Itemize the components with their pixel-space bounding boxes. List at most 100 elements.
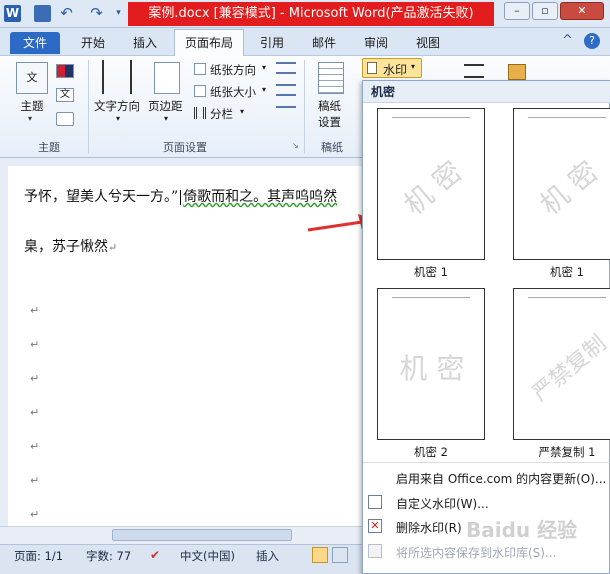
undo-icon[interactable]: ↶	[58, 5, 75, 22]
status-language[interactable]: 中文(中国)	[180, 548, 235, 564]
size-button[interactable]: 纸张大小	[210, 84, 256, 100]
text-direction-button[interactable]: 文字方向	[94, 98, 140, 114]
margins-dropdown-icon[interactable]: ▾	[164, 114, 168, 123]
close-button[interactable]: ✕	[560, 2, 604, 20]
paper-size-icon	[194, 85, 206, 97]
page-setup-group-label: 页面设置	[163, 141, 207, 154]
window-title: 案例.docx [兼容模式] - Microsoft Word(产品激活失败)	[128, 2, 494, 26]
thumb-header-line	[392, 297, 470, 298]
text-direction-dropdown-icon[interactable]: ▾	[116, 114, 120, 123]
themes-dropdown-icon[interactable]: ▾	[28, 114, 32, 123]
watermark-thumbnail-label: 严禁复制 1	[538, 445, 596, 459]
save-icon[interactable]	[34, 5, 51, 22]
menu-custom-watermark[interactable]: 自定义水印(W)...	[396, 495, 489, 512]
ribbon-minimize-icon[interactable]: ^	[562, 33, 578, 49]
themes-icon: 文	[16, 62, 48, 94]
tab-home[interactable]: 开始	[72, 32, 114, 54]
word-app-icon[interactable]: W	[4, 5, 21, 22]
thumb-header-line	[528, 297, 606, 298]
breaks-icon[interactable]	[276, 62, 296, 74]
arrange-icon[interactable]	[508, 64, 526, 80]
watermark-thumbnail-label: 机密 1	[550, 265, 584, 279]
columns-icon	[194, 107, 206, 119]
custom-watermark-icon	[368, 495, 382, 509]
columns-dropdown-icon[interactable]: ▾	[240, 107, 244, 116]
watermark-thumbnail[interactable]: 机 密	[377, 108, 485, 260]
tab-mailings[interactable]: 邮件	[304, 32, 344, 54]
paragraph-mark: ↵	[30, 406, 40, 419]
doc-line-2[interactable]: 臬，苏子愀然↵	[24, 236, 117, 256]
watermark-preview-text: 机 密	[399, 352, 465, 385]
paragraph-mark: ↵	[30, 440, 40, 453]
tab-references[interactable]: 引用	[252, 32, 292, 54]
group-separator	[304, 60, 305, 154]
orientation-button[interactable]: 纸张方向	[210, 62, 256, 78]
menu-save-to-gallery: 将所选内容保存到水印库(S)...	[396, 546, 557, 560]
manuscript-group-label: 稿纸	[321, 141, 343, 154]
watermark-preview-text: 严禁复制	[527, 331, 610, 407]
theme-fonts-icon[interactable]: 文	[56, 88, 74, 102]
doc-line-1[interactable]: 予怀，望美人兮天一方。” 倚歌而和之。其声呜呜然	[24, 186, 337, 206]
watermark-button[interactable]: 水印 ▾	[362, 58, 422, 78]
minimize-button[interactable]: –	[504, 2, 530, 20]
gallery-section-header: 机密	[363, 81, 610, 103]
manuscript-settings-button[interactable]: 稿纸设置	[318, 98, 346, 130]
text-direction-icon	[102, 60, 132, 94]
ruler-strip	[0, 158, 362, 166]
orientation-icon	[194, 63, 206, 75]
menu-remove-watermark[interactable]: 删除水印(R)	[396, 519, 462, 536]
paragraph-mark: ↵	[30, 304, 40, 317]
watermark-label: 水印	[383, 63, 408, 77]
paragraph-mark: ↵	[30, 372, 40, 385]
manuscript-icon	[318, 62, 344, 94]
group-separator	[88, 60, 89, 154]
watermark-thumbnail[interactable]: 机 密	[377, 288, 485, 440]
watermark-preview-text: 机 密	[397, 154, 469, 222]
watermark-preview-text: 机 密	[533, 154, 605, 222]
margins-icon	[154, 62, 180, 94]
tab-insert[interactable]: 插入	[124, 32, 166, 54]
watermark-thumbnail[interactable]: 严禁复制	[513, 288, 610, 440]
customize-qat-icon[interactable]: ▾	[110, 5, 127, 22]
text-cursor	[180, 189, 182, 205]
watermark-dropdown-icon: ▾	[411, 62, 416, 71]
status-insert-mode[interactable]: 插入	[256, 548, 279, 564]
paragraph-mark: ↵	[30, 508, 40, 521]
status-page[interactable]: 页面: 1/1	[14, 548, 63, 564]
watermark-thumbnail-label: 机密 1	[414, 265, 448, 279]
watermark-thumbnail[interactable]: 机 密	[513, 108, 610, 260]
line-numbers-icon[interactable]	[276, 84, 296, 96]
hyphenation-icon[interactable]	[276, 106, 296, 118]
left-gutter	[0, 166, 8, 526]
orientation-dropdown-icon[interactable]: ▾	[262, 63, 266, 72]
print-layout-view-icon[interactable]	[312, 547, 328, 563]
margins-button[interactable]: 页边距	[148, 98, 183, 114]
full-screen-reading-icon[interactable]	[332, 547, 348, 563]
tab-page-layout[interactable]: 页面布局	[174, 29, 244, 57]
proofing-icon[interactable]: ✔	[150, 548, 166, 562]
paragraph-mark: ↵	[30, 474, 40, 487]
size-dropdown-icon[interactable]: ▾	[262, 85, 266, 94]
redo-icon[interactable]: ↷	[88, 5, 105, 22]
help-icon[interactable]: ?	[584, 33, 600, 49]
restore-button[interactable]: ▫	[532, 2, 558, 20]
site-watermark-overlay: Baidu 经验	[466, 518, 578, 542]
save-watermark-icon	[368, 544, 382, 558]
paragraph-mark: ↵	[108, 241, 118, 254]
themes-button[interactable]: 主题	[16, 98, 48, 114]
tab-file[interactable]: 文件	[10, 32, 60, 54]
paragraph-indent-icon[interactable]	[464, 64, 484, 78]
status-word-count[interactable]: 字数: 77	[86, 548, 131, 564]
page-setup-launcher-icon[interactable]: ↘	[292, 141, 299, 150]
thumb-header-line	[528, 117, 606, 118]
theme-colors-icon[interactable]	[56, 64, 74, 78]
horizontal-scroll-thumb[interactable]	[112, 529, 292, 541]
columns-button[interactable]: 分栏	[210, 106, 233, 122]
doc-line-1-before: 予怀，望美人兮天一方。”	[24, 189, 179, 205]
menu-update-from-office[interactable]: 启用来自 Office.com 的内容更新(O)...	[396, 470, 606, 487]
doc-line-1-after: 倚歌而和之。其声呜呜然	[183, 189, 338, 205]
tab-review[interactable]: 审阅	[356, 32, 396, 54]
watermark-thumbnail-label: 机密 2	[414, 445, 448, 459]
tab-view[interactable]: 视图	[408, 32, 448, 54]
theme-effects-icon[interactable]	[56, 112, 74, 126]
